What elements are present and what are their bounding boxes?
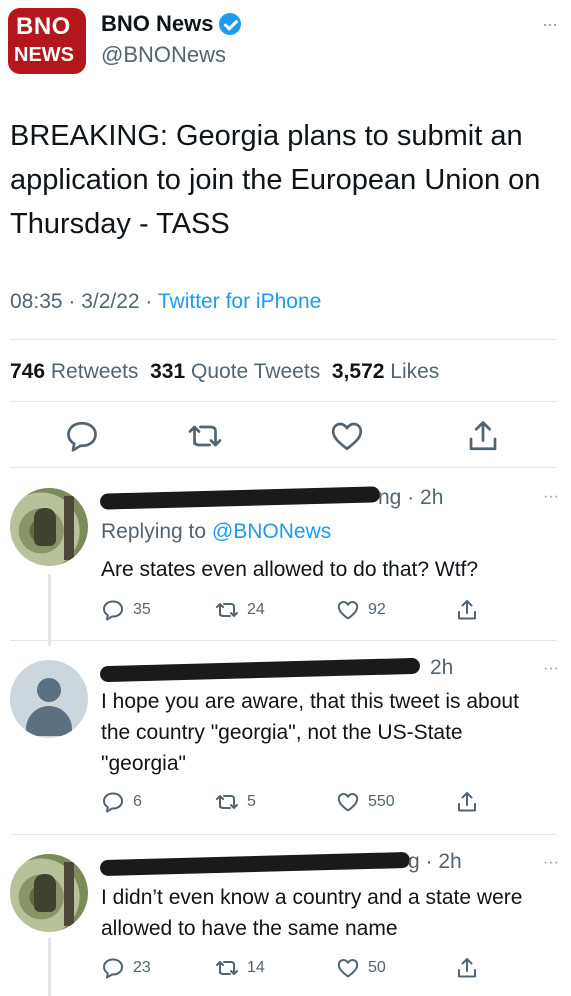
retweets-stat[interactable]: 746 Retweets: [10, 360, 138, 383]
likes-label: Likes: [390, 360, 440, 383]
retweet-count: 14: [247, 959, 265, 976]
avatar[interactable]: [10, 660, 88, 738]
like-count: 92: [368, 601, 386, 618]
divider: [10, 467, 557, 468]
reply-count: 6: [133, 793, 142, 810]
reply-text: I hope you are aware, that this tweet is…: [101, 690, 519, 775]
share-icon: [458, 958, 476, 978]
redacted-username: [99, 486, 381, 510]
redacted-username: [99, 657, 421, 683]
reply-count: 35: [133, 601, 151, 618]
like-count: 550: [368, 793, 395, 810]
reply-tweet[interactable]: ng · 2h ··· Replying to @BNONews Are sta…: [0, 478, 571, 648]
replying-to: Replying to @BNONews: [101, 520, 331, 544]
share-icon[interactable]: [465, 418, 501, 454]
reply-action[interactable]: 35: [101, 598, 151, 622]
reply-action[interactable]: 23: [101, 956, 151, 980]
retweet-action[interactable]: 24: [215, 598, 265, 622]
divider: [10, 640, 557, 641]
reply-icon: [103, 600, 123, 621]
retweet-action[interactable]: 14: [215, 956, 265, 980]
retweets-label: Retweets: [50, 360, 139, 383]
logo-text-bottom: NEWS: [14, 44, 74, 66]
heart-icon: [337, 793, 359, 812]
tweet-text: BREAKING: Georgia plans to submit an app…: [10, 120, 541, 240]
quote-tweets-count: 331: [150, 360, 186, 383]
retweet-action[interactable]: 5: [215, 790, 256, 814]
share-action[interactable]: [455, 956, 479, 980]
retweet-icon: [216, 603, 238, 617]
thread-line: [48, 938, 51, 996]
like-action[interactable]: 92: [336, 598, 386, 622]
verified-icon: [219, 13, 242, 35]
retweet-count: 24: [247, 601, 265, 618]
tweet-source-link[interactable]: Twitter for iPhone: [158, 290, 321, 313]
logo-text-top: BNO: [16, 13, 71, 40]
share-icon: [458, 792, 476, 812]
divider: [10, 401, 557, 402]
reply-count: 23: [133, 959, 151, 976]
avatar[interactable]: [10, 854, 88, 932]
share-icon: [458, 600, 476, 620]
replying-prefix: Replying to: [101, 520, 212, 543]
reply-icon: [103, 792, 123, 813]
tweet-header: BNO NEWS BNO News @BNONews ···: [8, 6, 563, 76]
bno-news-logo[interactable]: BNO NEWS: [8, 8, 86, 74]
avatar-body: [26, 706, 72, 736]
retweet-count: 5: [247, 793, 256, 810]
author-block: BNO News @BNONews: [101, 11, 242, 68]
heart-icon: [337, 601, 359, 620]
likes-count: 3,572: [331, 360, 385, 383]
reply-tweet[interactable]: 2h ··· I hope you are aware, that this t…: [0, 650, 571, 830]
share-action[interactable]: [455, 598, 479, 622]
reply-icon[interactable]: [64, 418, 100, 454]
retweet-icon: [216, 961, 238, 975]
share-action[interactable]: [455, 790, 479, 814]
likes-stat[interactable]: 3,572 Likes: [332, 360, 439, 383]
divider: [10, 834, 557, 835]
reply-text: I didn’t even know a country and a state…: [101, 886, 523, 940]
more-icon[interactable]: ···: [543, 854, 559, 872]
replying-mention[interactable]: @BNONews: [212, 520, 331, 543]
redacted-username: [99, 851, 411, 877]
author-name[interactable]: BNO News: [101, 11, 213, 37]
like-action[interactable]: 50: [336, 956, 386, 980]
retweet-icon[interactable]: [187, 418, 223, 454]
tweet-actions: [0, 418, 571, 458]
thread-line: [48, 574, 51, 646]
reply-timestamp: ng · 2h: [378, 486, 444, 509]
reply-text: Are states even allowed to do that? Wtf?: [101, 558, 479, 581]
quote-tweets-stat[interactable]: 331 Quote Tweets: [150, 360, 320, 383]
tweet-stats: 746 Retweets 331 Quote Tweets 3,572 Like…: [10, 360, 439, 384]
avatar-head: [37, 678, 61, 702]
more-icon[interactable]: ···: [543, 660, 559, 678]
retweets-count: 746: [10, 360, 46, 383]
reply-timestamp: 2h: [430, 656, 454, 679]
reply-timestamp: g · 2h: [408, 850, 462, 873]
more-icon[interactable]: ···: [543, 488, 559, 506]
reply-icon: [103, 958, 123, 979]
more-icon[interactable]: ···: [542, 14, 558, 35]
reply-action[interactable]: 6: [101, 790, 142, 814]
like-action[interactable]: 550: [336, 790, 395, 814]
divider: [10, 339, 557, 340]
tweet-meta: 08:35 · 3/2/22 · Twitter for iPhone: [10, 290, 321, 314]
like-count: 50: [368, 959, 386, 976]
author-handle[interactable]: @BNONews: [101, 42, 241, 68]
avatar[interactable]: [10, 488, 88, 566]
retweet-icon: [216, 795, 238, 809]
quote-tweets-label: Quote Tweets: [191, 360, 321, 383]
reply-tweet[interactable]: g · 2h ··· I didn’t even know a country …: [0, 846, 571, 996]
author-name-row[interactable]: BNO News: [101, 11, 242, 37]
heart-icon: [337, 959, 359, 978]
tweet-timestamp: 08:35 · 3/2/22 ·: [10, 290, 158, 313]
heart-icon[interactable]: [329, 418, 365, 454]
